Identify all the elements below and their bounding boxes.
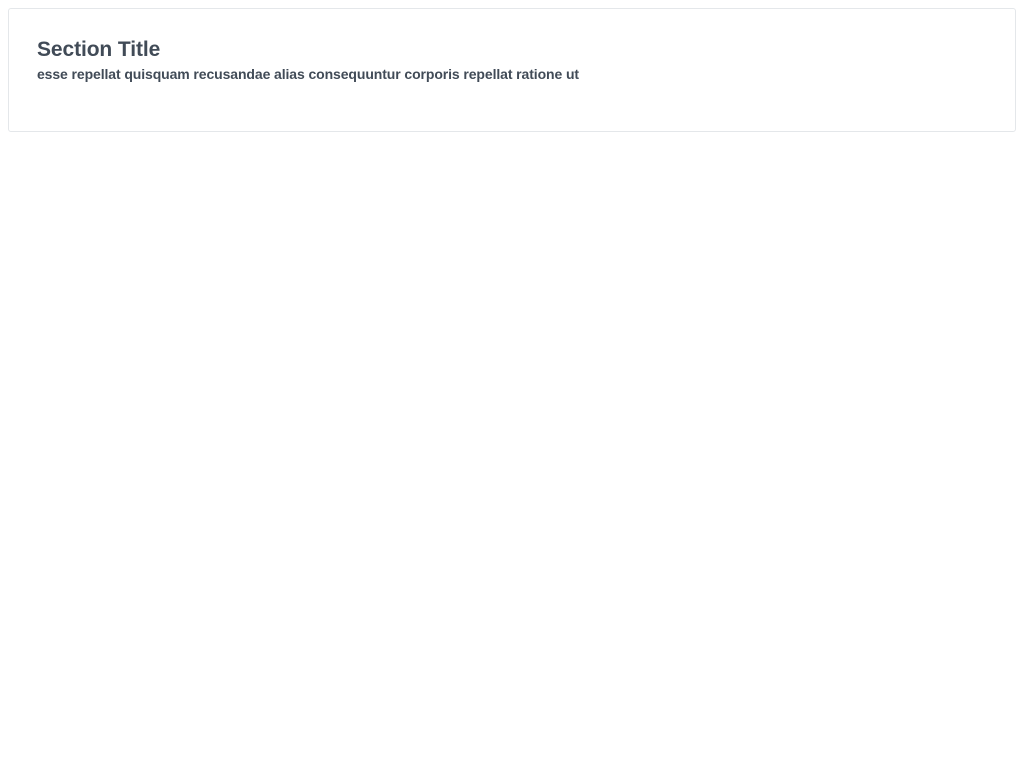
section-description: esse repellat quisquam recusandae alias …: [37, 66, 579, 82]
section-card: Section Title esse repellat quisquam rec…: [8, 8, 1016, 132]
section-title: Section Title: [37, 38, 161, 61]
page: Section Title esse repellat quisquam rec…: [0, 0, 1024, 768]
